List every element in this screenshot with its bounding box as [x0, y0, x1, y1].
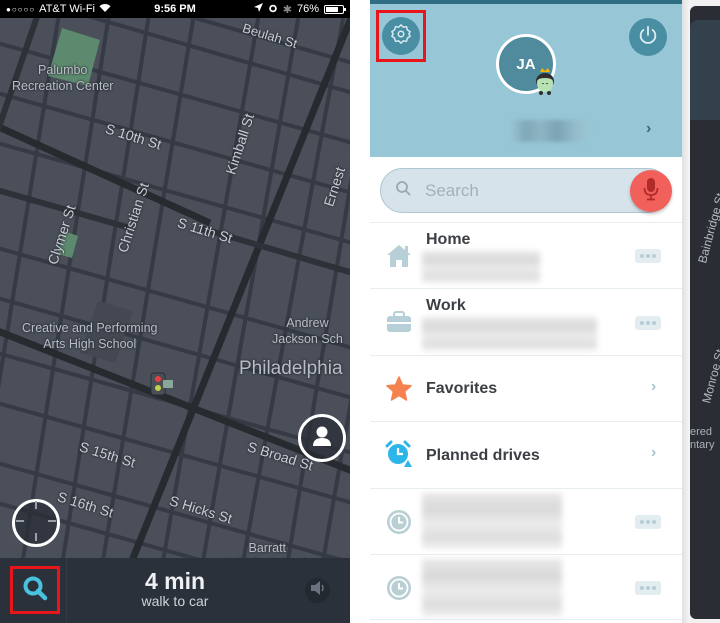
eta-value: 4 min [144, 568, 206, 594]
star-icon [384, 374, 414, 404]
voice-search-button[interactable] [630, 170, 672, 212]
carrier-label: AT&T Wi-Fi [39, 3, 95, 15]
search-icon [22, 575, 48, 606]
battery-icon [324, 4, 346, 14]
profile-header: JA › [370, 4, 682, 157]
more-options-button[interactable] [635, 581, 661, 595]
screen-gap [350, 0, 370, 623]
history-clock-icon [384, 573, 414, 603]
screenshot-root: ●○○○○ AT&T Wi-Fi 9:56 PM ✱ 76% Beulah St… [0, 0, 720, 623]
search-icon [395, 180, 411, 201]
bg-poi-line: ntary [690, 439, 715, 451]
menu-item-work[interactable]: Work [370, 288, 682, 355]
eta-label: walk to car [141, 593, 209, 609]
background-map: Bainbridge St Monroe St ered ntary [690, 6, 720, 619]
poi-label-creative-arts: Creative and Performing Arts High School [22, 321, 158, 351]
speaker-icon [310, 581, 326, 600]
person-icon [312, 425, 332, 452]
username-redacted[interactable] [510, 120, 588, 142]
search-input[interactable] [425, 180, 605, 201]
menu-item-title: Home [426, 231, 471, 248]
poi-label-barratt: Barratt Middle School [228, 541, 307, 558]
menu-item-planned-drives[interactable]: Planned drives › [370, 421, 682, 488]
alarm-icon [268, 3, 278, 16]
map-screen: ●○○○○ AT&T Wi-Fi 9:56 PM ✱ 76% Beulah St… [0, 0, 350, 623]
bluetooth-icon: ✱ [282, 3, 292, 16]
alarm-clock-icon [384, 439, 414, 469]
background-map-screen: Bainbridge St Monroe St ered ntary [682, 0, 720, 623]
more-options-button[interactable] [635, 249, 661, 263]
address-redacted [422, 559, 562, 617]
bg-street-label: Bainbridge St [695, 191, 720, 265]
city-label: Philadelphia [239, 358, 343, 379]
menu-item-title: Planned drives [426, 447, 540, 464]
sound-button[interactable] [305, 578, 330, 603]
bottom-bar: 4 min walk to car [0, 558, 350, 623]
profile-chevron-icon[interactable]: › [646, 120, 651, 138]
menu-shadow [682, 0, 690, 623]
battery-percent: 76% [296, 3, 319, 15]
power-icon [637, 24, 659, 51]
battery-fill [326, 6, 339, 12]
settings-button[interactable] [376, 10, 426, 62]
address-redacted [422, 251, 540, 283]
menu-item-favorites[interactable]: Favorites › [370, 355, 682, 421]
bg-poi-label: ered ntary [690, 426, 714, 452]
history-clock-icon [384, 507, 414, 537]
gear-icon [390, 23, 412, 50]
wifi-icon [99, 3, 111, 15]
search-bar[interactable] [380, 168, 670, 213]
address-redacted [422, 493, 562, 549]
menu-item-recent[interactable] [370, 488, 682, 554]
menu-item-home[interactable]: Home [370, 222, 682, 288]
user-profile-button[interactable] [298, 414, 346, 462]
address-redacted [422, 317, 597, 351]
chevron-right-icon: › [651, 378, 657, 395]
poi-label-andrew-jackson: Andrew Jackson Sch [272, 316, 343, 346]
more-options-button[interactable] [635, 515, 661, 529]
microphone-icon [643, 177, 659, 206]
poi-label-palumbo: Palumbo Recreation Center [12, 63, 114, 93]
search-button[interactable] [10, 566, 60, 614]
briefcase-icon [384, 307, 414, 337]
bottom-divider [66, 558, 67, 623]
menu-item-recent[interactable] [370, 554, 682, 620]
more-options-button[interactable] [635, 316, 661, 330]
background-header [690, 20, 720, 120]
map-view[interactable]: Beulah St Palumbo Recreation Center S 10… [0, 18, 350, 558]
bg-street-label: Monroe St [699, 347, 720, 405]
status-bar: ●○○○○ AT&T Wi-Fi 9:56 PM ✱ 76% [0, 0, 350, 18]
crosshair-icon [16, 500, 56, 546]
bg-poi-line: ered [690, 426, 713, 438]
power-button[interactable] [629, 18, 667, 56]
home-icon [384, 241, 414, 271]
menu-item-title: Work [426, 297, 466, 314]
eta-display[interactable]: 4 min walk to car [100, 568, 250, 609]
recenter-button[interactable] [12, 499, 60, 547]
location-arrow-icon [253, 3, 263, 15]
menu-item-title: Favorites [426, 380, 498, 397]
chevron-right-icon: › [651, 444, 657, 461]
map-canvas[interactable] [0, 18, 350, 558]
waze-character-icon [530, 66, 560, 96]
main-menu: JA › Search Home Work Favorites › Planne… [370, 0, 682, 623]
signal-dots-icon: ●○○○○ [6, 4, 36, 14]
